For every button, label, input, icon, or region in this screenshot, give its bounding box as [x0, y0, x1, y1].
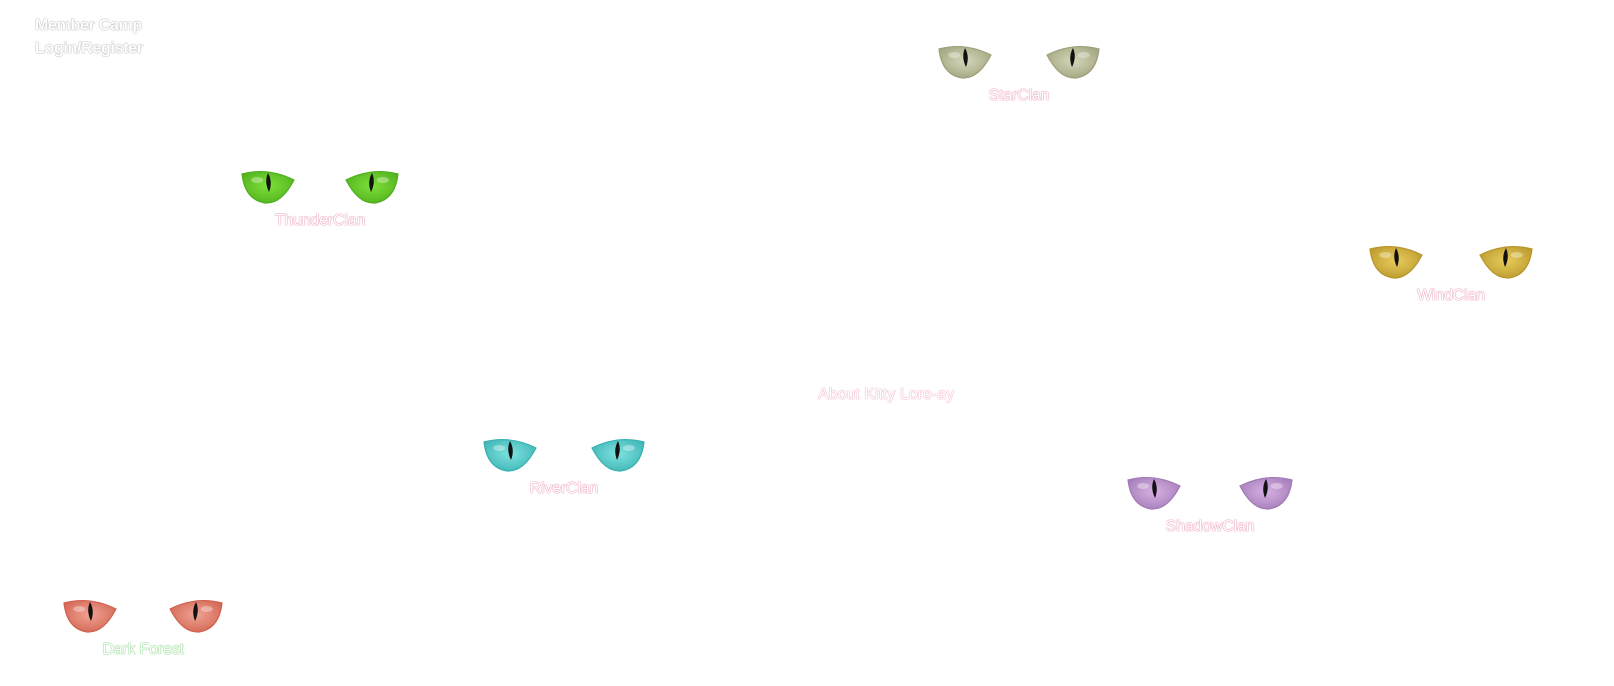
right-eye	[345, 170, 399, 204]
eye-highlight	[1137, 483, 1150, 489]
eye-highlight	[1077, 52, 1090, 58]
clan-darkforest[interactable]: Dark Forest	[62, 595, 224, 659]
eye-highlight	[251, 177, 264, 183]
right-eye	[1046, 45, 1100, 79]
clan-label-shadowclan: ShadowClan	[1165, 518, 1255, 535]
cat-eyes-icon	[1369, 245, 1533, 279]
left-eye	[63, 599, 117, 633]
page-root: Member Camp Login/Register ThunderClan S…	[0, 0, 1614, 686]
eye-highlight	[200, 606, 213, 612]
eye-highlight	[73, 606, 86, 612]
cat-eyes-icon	[938, 45, 1100, 79]
cat-eyes-icon	[63, 599, 223, 633]
right-eye	[591, 438, 645, 472]
login-register-link[interactable]: Login/Register	[35, 39, 143, 58]
clan-shadowclan[interactable]: ShadowClan	[1126, 472, 1294, 536]
left-eye	[241, 170, 295, 204]
clan-starclan[interactable]: StarClan	[937, 41, 1101, 105]
right-eye	[1239, 476, 1293, 510]
eye-highlight	[1379, 252, 1392, 258]
member-camp-link[interactable]: Member Camp	[35, 16, 143, 35]
eye-highlight	[376, 177, 389, 183]
clan-thunderclan[interactable]: ThunderClan	[240, 166, 400, 230]
eye-highlight	[1510, 252, 1523, 258]
cat-eyes-icon	[241, 170, 399, 204]
right-eye	[1479, 245, 1533, 279]
about-link[interactable]: About Kitty Lore-ay	[818, 386, 954, 404]
eye-highlight	[493, 445, 506, 451]
cat-eyes-icon	[483, 438, 645, 472]
clan-windclan[interactable]: WindClan	[1368, 241, 1534, 305]
clan-label-riverclan: RiverClan	[529, 480, 599, 497]
left-eye	[1127, 476, 1181, 510]
left-eye	[938, 45, 992, 79]
clan-riverclan[interactable]: RiverClan	[482, 434, 646, 498]
left-eye	[1369, 245, 1423, 279]
eye-highlight	[622, 445, 635, 451]
eye-highlight	[1270, 483, 1283, 489]
eye-highlight	[948, 52, 961, 58]
clan-label-thunderclan: ThunderClan	[274, 212, 366, 229]
right-eye	[169, 599, 223, 633]
clan-label-darkforest: Dark Forest	[102, 641, 184, 658]
clan-label-starclan: StarClan	[988, 87, 1050, 104]
left-eye	[483, 438, 537, 472]
cat-eyes-icon	[1127, 476, 1293, 510]
member-menu: Member Camp Login/Register	[35, 16, 143, 58]
clan-label-windclan: WindClan	[1417, 287, 1485, 304]
